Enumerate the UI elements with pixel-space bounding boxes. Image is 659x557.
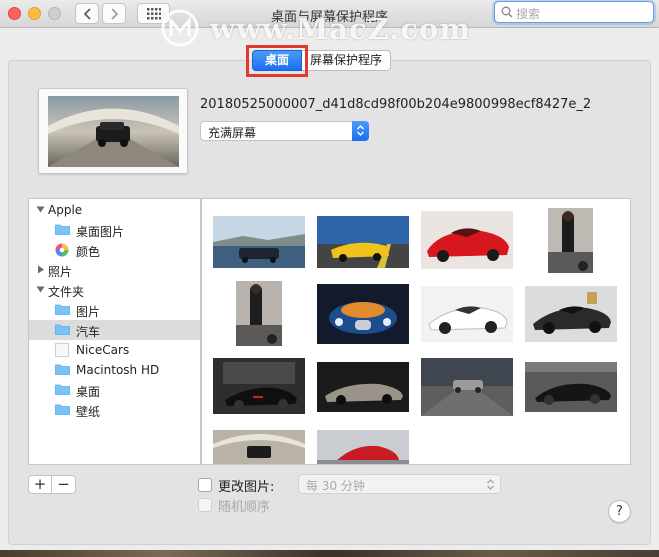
sidebar-item-label: 壁纸	[76, 405, 101, 419]
updown-chevron-icon	[357, 125, 364, 136]
sidebar-item-pictures[interactable]: 图片	[29, 300, 200, 320]
car-photo-model-portrait	[236, 281, 282, 346]
thumbnail-car-road-silver[interactable]	[421, 358, 513, 416]
help-button[interactable]: ?	[608, 500, 631, 523]
thumbnail-car-black-supercar-studio[interactable]	[525, 362, 617, 412]
wallpaper-filename: 20180525000007_d41d8cd98f00b204e9800998e…	[200, 97, 592, 112]
random-order-checkbox[interactable]	[198, 498, 212, 512]
search-placeholder: 搜索	[516, 7, 541, 21]
color-wheel-icon	[55, 243, 69, 257]
car-photo-red-ferrari	[421, 211, 513, 269]
sidebar-item-macintosh-hd[interactable]: Macintosh HD	[29, 360, 200, 380]
sidebar-item-label: Apple	[48, 203, 83, 217]
sidebar-item-apple[interactable]: Apple	[29, 200, 200, 220]
remove-folder-button[interactable]: −	[52, 475, 76, 494]
car-photo-black-supercar-studio	[525, 362, 617, 412]
desktop-background-strip	[0, 550, 659, 557]
folder-icon	[55, 324, 70, 335]
thumbnail-car-suv-road[interactable]	[213, 430, 305, 464]
folder-icon	[55, 364, 70, 375]
folder-icon	[55, 304, 70, 315]
wallpaper-preview-image	[48, 96, 179, 167]
change-interval-popup[interactable]: 每 30 分钟	[298, 474, 501, 494]
search-field[interactable]: 搜索	[494, 1, 654, 23]
car-photo-road-silver	[421, 358, 513, 416]
thumbnail-car-sedan-coast[interactable]	[213, 216, 305, 268]
disclosure-open-icon[interactable]	[36, 285, 45, 294]
sidebar-item-label: NiceCars	[76, 343, 130, 357]
sidebar-item-label: 照片	[48, 265, 73, 279]
thumbnail-car-red-ferrari[interactable]	[421, 211, 513, 269]
car-photo-bugatti-front	[317, 284, 409, 344]
sidebar-item-desktop-pictures[interactable]: 桌面图片	[29, 220, 200, 240]
sidebar-item-colors[interactable]: 颜色	[29, 240, 200, 260]
current-wallpaper-preview	[38, 88, 188, 174]
source-list: Apple 桌面图片 颜色 照片 文件夹 图片 汽车 NiceCars Maci…	[28, 198, 201, 465]
folder-icon	[55, 384, 70, 395]
sidebar-item-wallpapers[interactable]: 壁纸	[29, 400, 200, 420]
car-photo-suv-road	[213, 430, 305, 464]
sidebar-item-cars[interactable]: 汽车	[29, 320, 200, 340]
car-photo-sedan-coast	[213, 216, 305, 268]
car-photo-silver-coupe	[317, 362, 409, 412]
thumbnail-model-portrait[interactable]	[548, 208, 593, 273]
thumbnail-car-bugatti[interactable]	[317, 284, 409, 344]
sidebar-item-photos[interactable]: 照片	[29, 260, 200, 280]
folder-icon	[55, 404, 70, 415]
wallpaper-grid	[201, 198, 631, 465]
tab-screensaver[interactable]: 屏幕保护程序	[302, 50, 392, 71]
change-picture-label: 更改图片:	[218, 480, 275, 495]
sidebar-item-label: 颜色	[76, 245, 101, 259]
fit-mode-value: 充满屏幕	[208, 126, 257, 140]
thumbnail-car-black-mclaren[interactable]	[213, 358, 305, 414]
preferences-window: 桌面与屏幕保护程序 搜索 www.MacZ.com 桌面 屏幕保护程序 2018…	[0, 0, 659, 550]
sidebar-item-folders[interactable]: 文件夹	[29, 280, 200, 300]
change-picture-checkbox[interactable]	[198, 478, 212, 492]
fit-mode-popup[interactable]: 充满屏幕	[200, 121, 369, 141]
sidebar-item-label: 桌面	[76, 385, 101, 399]
sidebar-item-label: Macintosh HD	[76, 363, 160, 377]
car-photo-white-lamborghini	[421, 286, 513, 342]
car-photo-suv-preview	[48, 96, 179, 167]
thumbnail-car-silver-coupe[interactable]	[317, 362, 409, 412]
thumbnail-car-black-lamborghini[interactable]	[525, 286, 617, 342]
sidebar-item-label: 汽车	[76, 325, 101, 339]
car-photo-black-lamborghini	[525, 286, 617, 342]
thumbnail-car-yellow-sports[interactable]	[317, 216, 409, 268]
sidebar-item-label: 图片	[76, 305, 101, 319]
title-bar: 桌面与屏幕保护程序 搜索	[0, 0, 659, 28]
blank-folder-icon	[55, 343, 69, 357]
disclosure-open-icon[interactable]	[36, 205, 45, 214]
random-order-label: 随机顺序	[218, 500, 271, 515]
sidebar-item-nicecars[interactable]: NiceCars	[29, 340, 200, 360]
thumbnail-model-portrait-2[interactable]	[236, 281, 282, 346]
car-photo-model-portrait	[548, 208, 593, 273]
car-photo-red-supercar	[317, 430, 409, 464]
folder-icon	[55, 224, 70, 235]
disclosure-closed-icon[interactable]	[36, 265, 45, 274]
annotation-highlight-box	[246, 45, 308, 77]
sidebar-item-label: 桌面图片	[76, 225, 125, 239]
add-folder-button[interactable]: +	[28, 475, 52, 494]
car-photo-yellow-sports	[317, 216, 409, 268]
thumbnail-car-white-lamborghini[interactable]	[421, 286, 513, 342]
thumbnail-car-red-supercar[interactable]	[317, 430, 409, 464]
popup-arrows	[352, 121, 369, 141]
change-interval-value: 每 30 分钟	[306, 479, 365, 493]
updown-chevron-icon	[487, 479, 494, 490]
car-photo-black-mclaren	[213, 358, 305, 414]
sidebar-item-desktop[interactable]: 桌面	[29, 380, 200, 400]
sidebar-item-label: 文件夹	[48, 285, 85, 299]
search-icon	[501, 6, 513, 18]
